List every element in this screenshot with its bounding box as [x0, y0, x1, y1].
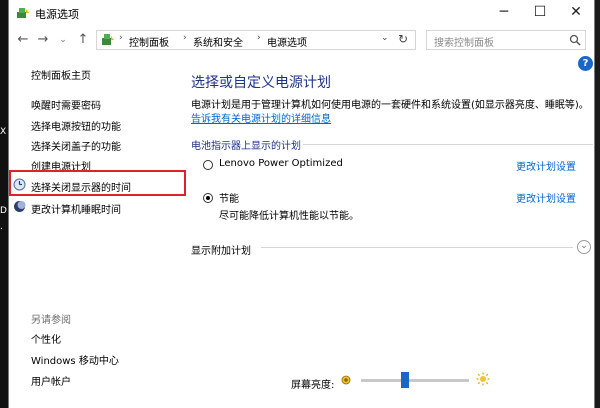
- main-content: 选择或自定义电源计划 电源计划是用于管理计算机如何使用电源的一套硬件和系统设置(…: [191, 54, 594, 408]
- close-button[interactable]: ✕: [558, 0, 594, 26]
- plan-name-lenovo[interactable]: Lenovo Power Optimized: [219, 158, 343, 169]
- highlight-box: [9, 170, 186, 196]
- brightness-slider-track[interactable]: [361, 379, 469, 382]
- breadcrumb[interactable]: › 控制面板 › 系统和安全 › 电源选项 ⌄: [96, 30, 416, 50]
- learn-more-link[interactable]: 告诉我有关电源计划的详细信息: [191, 110, 331, 125]
- see-also-heading: 另请参阅: [31, 315, 71, 326]
- refresh-button[interactable]: ↻: [394, 30, 412, 50]
- power-options-icon: [17, 8, 29, 18]
- breadcrumb-separator-icon: ›: [119, 33, 123, 43]
- minimize-button[interactable]: ─: [486, 0, 522, 26]
- recent-locations-dropdown[interactable]: ⌄: [55, 31, 71, 49]
- breadcrumb-separator-icon: ›: [257, 33, 261, 43]
- brightness-low-icon: [341, 375, 351, 385]
- page-description: 电源计划是用于管理计算机如何使用电源的一套硬件和系统设置(如显示器亮度、睡眠等)…: [191, 100, 589, 111]
- plan-description-power-saver: 尽可能降低计算机性能以节能。: [219, 211, 359, 222]
- show-additional-plans-label[interactable]: 显示附加计划: [191, 242, 251, 257]
- desktop-text-d: D: [0, 206, 7, 216]
- up-button[interactable]: ↑: [75, 31, 91, 49]
- sleep-moon-icon: [14, 201, 26, 212]
- plan-name-power-saver[interactable]: 节能: [219, 190, 239, 205]
- sidebar-item-power-button[interactable]: 选择电源按钮的功能: [31, 118, 121, 133]
- battery-plans-label: 电池指示器上显示的计划: [191, 141, 301, 152]
- maximize-button[interactable]: ☐: [522, 0, 558, 26]
- power-options-window: 电源选项 ─ ☐ ✕ ← → ⌄ ↑ › 控制面板 › 系统和安全 › 电源选项…: [8, 0, 595, 408]
- sidebar-item-close-lid[interactable]: 选择关闭盖子的功能: [31, 138, 121, 153]
- change-plan-settings-lenovo[interactable]: 更改计划设置: [516, 158, 576, 173]
- plan-radio-lenovo[interactable]: [203, 160, 213, 170]
- divider: [303, 144, 593, 145]
- desktop-text-dot: .: [0, 222, 3, 232]
- breadcrumb-control-panel[interactable]: 控制面板: [129, 34, 169, 49]
- brightness-slider-thumb[interactable]: [401, 372, 409, 388]
- see-also-personalization[interactable]: 个性化: [31, 331, 61, 346]
- sidebar-control-panel-home[interactable]: 控制面板主页: [31, 67, 91, 82]
- desktop-text-x: X: [0, 127, 7, 137]
- forward-button[interactable]: →: [35, 31, 51, 49]
- sidebar-item-wake-password[interactable]: 唤醒时需要密码: [31, 97, 101, 112]
- control-panel-icon: [102, 34, 114, 45]
- breadcrumb-power-options[interactable]: 电源选项: [267, 34, 307, 49]
- see-also-mobility-center[interactable]: Windows 移动中心: [31, 352, 119, 367]
- expand-plans-chevron-icon[interactable]: ⌄: [577, 240, 591, 254]
- window-title: 电源选项: [35, 8, 79, 21]
- breadcrumb-system-security[interactable]: 系统和安全: [193, 34, 243, 49]
- divider: [261, 247, 573, 248]
- sidebar: 控制面板主页 唤醒时需要密码 选择电源按钮的功能 选择关闭盖子的功能 创建电源计…: [9, 54, 181, 408]
- search-icon[interactable]: [569, 34, 581, 46]
- sidebar-item-sleep-time[interactable]: 更改计算机睡眠时间: [31, 201, 121, 216]
- page-title: 选择或自定义电源计划: [191, 75, 331, 91]
- plan-radio-power-saver[interactable]: [203, 193, 213, 203]
- search-input[interactable]: 搜索控制面板: [426, 30, 586, 50]
- see-also-user-accounts[interactable]: 用户帐户: [31, 373, 71, 388]
- brightness-label: 屏幕亮度:: [291, 380, 335, 391]
- back-button[interactable]: ←: [15, 31, 31, 49]
- title-bar[interactable]: 电源选项 ─ ☐ ✕: [9, 0, 594, 26]
- change-plan-settings-power-saver[interactable]: 更改计划设置: [516, 190, 576, 205]
- breadcrumb-separator-icon: ›: [183, 33, 187, 43]
- address-bar: ← → ⌄ ↑ › 控制面板 › 系统和安全 › 电源选项 ⌄ ↻ 搜索控制面板: [9, 26, 594, 54]
- brightness-high-icon: [476, 372, 490, 386]
- search-placeholder: 搜索控制面板: [434, 38, 494, 49]
- address-dropdown-icon[interactable]: ⌄: [381, 33, 389, 43]
